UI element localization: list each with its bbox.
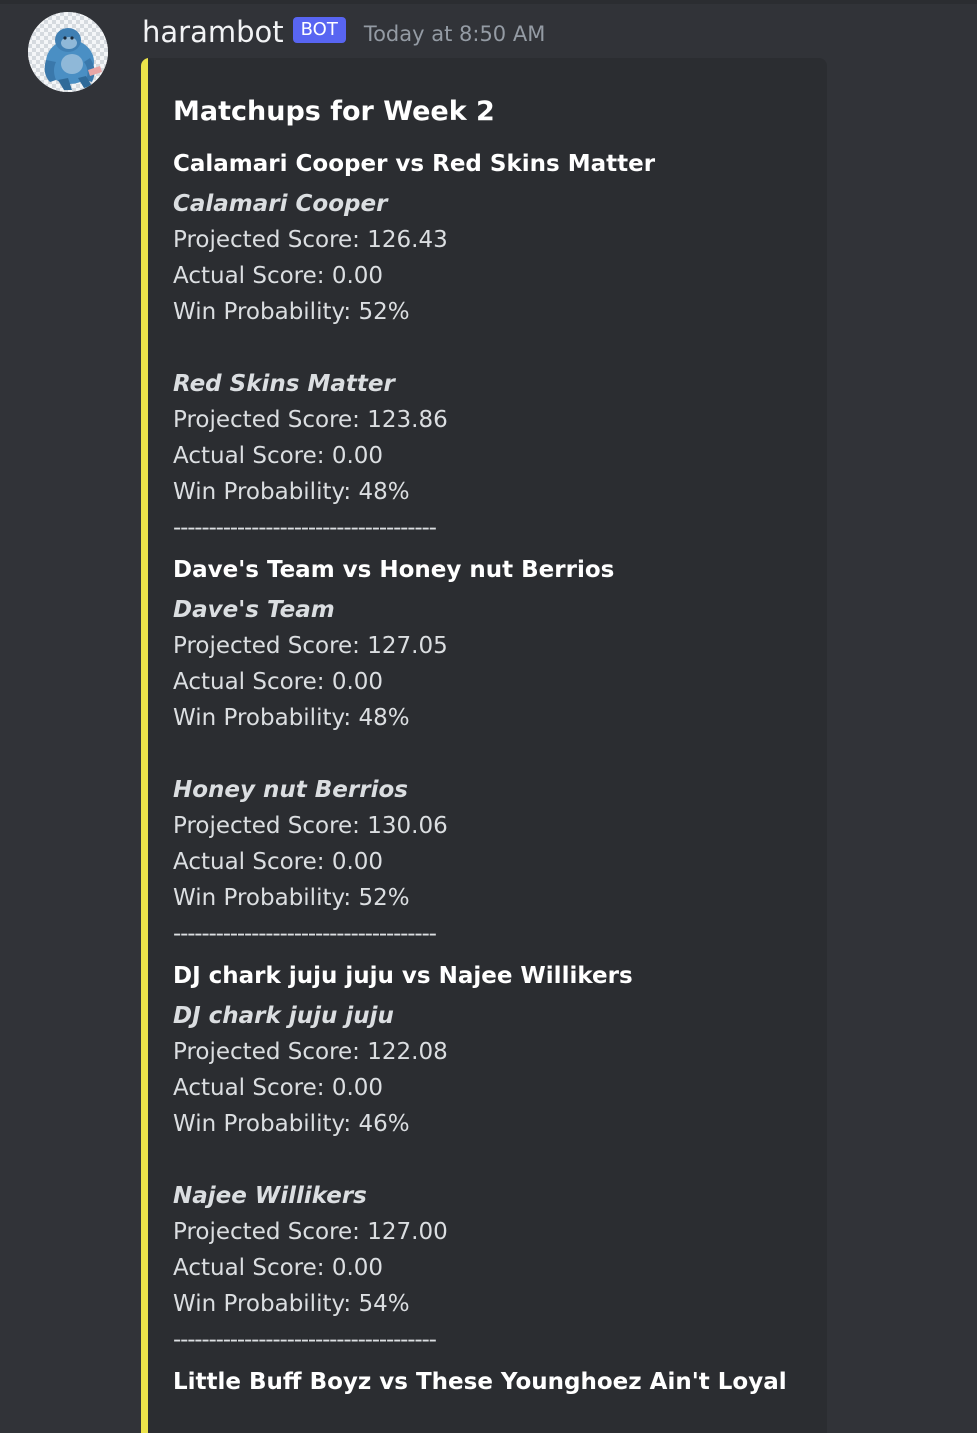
bot-badge: BOT: [292, 17, 346, 43]
win-probability: Win Probability: 54%: [173, 1291, 410, 1317]
projected-score: Projected Score: 123.86: [173, 407, 448, 433]
username[interactable]: harambot: [142, 15, 284, 49]
team-block: Najee Willikers Projected Score: 127.00 …: [173, 1178, 813, 1322]
team-block: DJ chark juju juju Projected Score: 122.…: [173, 998, 813, 1142]
separator: -------------------------------------: [173, 515, 437, 541]
actual-score: Actual Score: 0.00: [173, 443, 384, 469]
actual-score: Actual Score: 0.00: [173, 849, 384, 875]
matchup: DJ chark juju juju vs Najee Willikers DJ…: [173, 958, 813, 1358]
projected-score: Projected Score: 127.00: [173, 1219, 448, 1245]
team-name: Najee Willikers: [173, 1183, 367, 1209]
separator: -------------------------------------: [173, 921, 437, 947]
avatar[interactable]: [28, 12, 108, 92]
embed-accent-bar: [141, 58, 148, 1433]
matchup: Dave's Team vs Honey nut Berrios Dave's …: [173, 552, 813, 952]
team-name: DJ chark juju juju: [173, 1003, 394, 1029]
team-name: Honey nut Berrios: [173, 777, 408, 803]
team-block: Calamari Cooper Projected Score: 126.43 …: [173, 186, 813, 330]
team-name: Dave's Team: [173, 597, 335, 623]
team-block: Dave's Team Projected Score: 127.05 Actu…: [173, 592, 813, 736]
matchup-heading: Little Buff Boyz vs These Younghoez Ain'…: [173, 1369, 787, 1395]
embed-body: Matchups for Week 2 Calamari Cooper vs R…: [173, 92, 813, 1400]
projected-score: Projected Score: 130.06: [173, 813, 448, 839]
team-name: Calamari Cooper: [173, 191, 388, 217]
message-header: harambot BOT Today at 8:50 AM: [142, 12, 545, 52]
gorilla-avatar-icon: [28, 12, 108, 92]
win-probability: Win Probability: 48%: [173, 705, 410, 731]
matchup: Little Buff Boyz vs These Younghoez Ain'…: [173, 1364, 813, 1400]
matchup: Calamari Cooper vs Red Skins Matter Cala…: [173, 146, 813, 546]
team-name: Red Skins Matter: [173, 371, 395, 397]
win-probability: Win Probability: 52%: [173, 885, 410, 911]
separator: -------------------------------------: [173, 1327, 437, 1353]
actual-score: Actual Score: 0.00: [173, 1075, 384, 1101]
timestamp: Today at 8:50 AM: [363, 22, 546, 46]
matchup-heading: Dave's Team vs Honey nut Berrios: [173, 557, 615, 583]
win-probability: Win Probability: 52%: [173, 299, 410, 325]
matchup-heading: Calamari Cooper vs Red Skins Matter: [173, 151, 656, 177]
embed-title: Matchups for Week 2: [173, 96, 495, 127]
projected-score: Projected Score: 122.08: [173, 1039, 448, 1065]
projected-score: Projected Score: 127.05: [173, 633, 448, 659]
actual-score: Actual Score: 0.00: [173, 263, 384, 289]
discord-message-view: harambot BOT Today at 8:50 AM Matchups f…: [0, 0, 977, 1433]
actual-score: Actual Score: 0.00: [173, 669, 384, 695]
actual-score: Actual Score: 0.00: [173, 1255, 384, 1281]
top-edge: [0, 0, 977, 4]
projected-score: Projected Score: 126.43: [173, 227, 448, 253]
win-probability: Win Probability: 46%: [173, 1111, 410, 1137]
team-block: Red Skins Matter Projected Score: 123.86…: [173, 366, 813, 510]
team-block: Honey nut Berrios Projected Score: 130.0…: [173, 772, 813, 916]
embed: Matchups for Week 2 Calamari Cooper vs R…: [141, 58, 827, 1433]
win-probability: Win Probability: 48%: [173, 479, 410, 505]
matchup-heading: DJ chark juju juju vs Najee Willikers: [173, 963, 633, 989]
